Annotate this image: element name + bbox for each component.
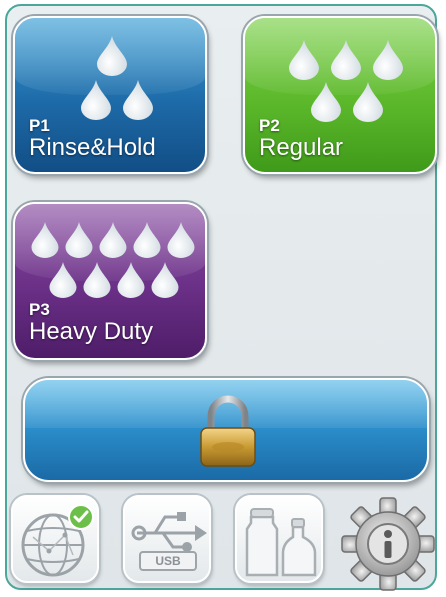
- program-code: P1: [29, 116, 50, 135]
- program-name: Heavy Duty: [29, 318, 154, 345]
- network-button[interactable]: [11, 495, 99, 583]
- program-code: P3: [29, 300, 50, 319]
- program-p2-button[interactable]: P2 Regular: [243, 16, 437, 174]
- program-name: Rinse&Hold: [29, 134, 156, 161]
- program-p1-button[interactable]: P1 Rinse&Hold: [13, 16, 207, 174]
- check-badge-icon: [68, 504, 94, 530]
- program-name: Regular: [259, 134, 344, 161]
- padlock-icon: [200, 395, 256, 467]
- program-code: P2: [259, 116, 280, 135]
- usb-label: USB: [139, 551, 197, 571]
- chemicals-button[interactable]: [235, 495, 323, 583]
- program-p3-button[interactable]: P3 Heavy Duty: [13, 202, 207, 360]
- info-gear-icon: [341, 497, 435, 591]
- lock-button[interactable]: [23, 378, 429, 482]
- info-settings-button[interactable]: [338, 492, 438, 592]
- usb-button[interactable]: USB: [123, 495, 211, 583]
- detergent-bottles-icon: [245, 508, 317, 577]
